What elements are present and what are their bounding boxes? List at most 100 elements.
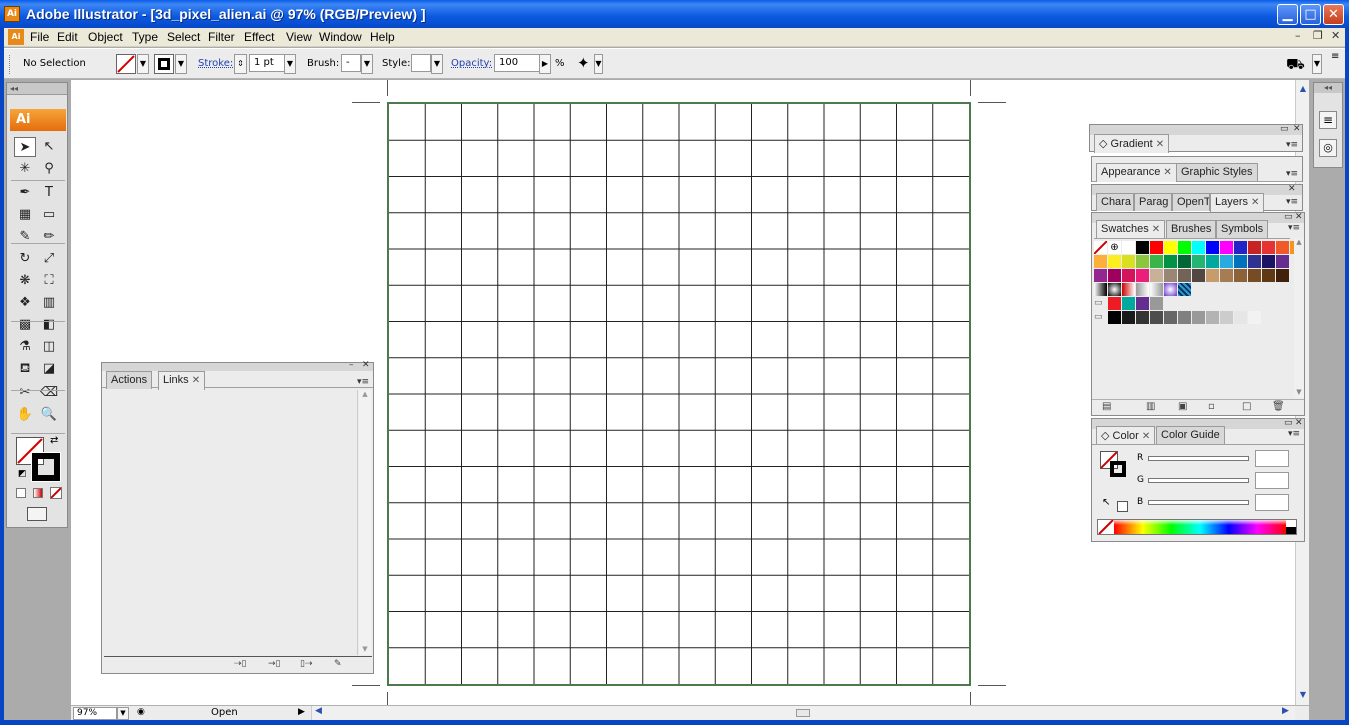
gradient-panel-menu-icon[interactable]: ▾≡	[1286, 140, 1298, 150]
color-panel-menu-icon[interactable]: ▾≡	[1288, 429, 1300, 439]
go-to-link-icon[interactable]: →▯	[268, 659, 281, 669]
swatch-libraries-icon[interactable]: ▤	[1102, 401, 1111, 412]
swatch-gradient[interactable]	[1136, 283, 1150, 297]
swatch-color[interactable]	[1192, 269, 1206, 283]
swatch-color[interactable]	[1150, 269, 1164, 283]
brush-definition-input[interactable]: -	[341, 54, 361, 72]
swatch-color[interactable]	[1192, 241, 1206, 255]
swatch-color[interactable]	[1192, 255, 1206, 269]
line-tool[interactable]: ▦	[14, 205, 36, 225]
swatch-gray[interactable]	[1248, 311, 1262, 325]
links-close-icon[interactable]: ✕	[362, 360, 370, 370]
bridge-chevron-icon[interactable]: ▼	[1312, 54, 1322, 74]
tab-gradient[interactable]: ◇ Gradient ✕	[1094, 134, 1170, 153]
tab-opentype[interactable]: OpenT	[1172, 193, 1210, 211]
swatch-gray[interactable]	[1178, 311, 1192, 325]
swatch-color[interactable]	[1276, 241, 1290, 255]
swatch-color[interactable]	[1248, 255, 1262, 269]
tab-graphic-styles[interactable]: Graphic Styles	[1176, 163, 1258, 181]
tab-color[interactable]: ◇ Color ✕	[1096, 426, 1156, 445]
eraser-tool[interactable]: ⌫	[38, 383, 60, 403]
control-panel-menu-icon[interactable]: ≡	[1331, 51, 1339, 62]
swatch-gray[interactable]	[1234, 311, 1248, 325]
swatch-color[interactable]	[1220, 269, 1234, 283]
g-value-input[interactable]	[1255, 472, 1289, 489]
swatch-gradient[interactable]	[1164, 283, 1178, 297]
menu-view[interactable]: View	[286, 30, 312, 44]
stroke-dropdown-chevron-icon[interactable]: ▼	[175, 54, 187, 74]
gradient-mode-icon[interactable]	[33, 488, 43, 498]
scroll-thumb[interactable]	[796, 709, 810, 717]
maximize-button[interactable]: □	[1300, 4, 1321, 25]
swatch-color[interactable]	[1276, 269, 1290, 283]
swatch-color[interactable]	[1108, 297, 1122, 311]
swatch-color[interactable]	[1164, 241, 1178, 255]
links-list[interactable]	[104, 390, 358, 655]
swatch-color[interactable]	[1220, 241, 1234, 255]
tab-actions[interactable]: Actions	[106, 371, 153, 389]
swatch-gradient[interactable]	[1108, 283, 1122, 297]
scale-tool[interactable]: ⤢	[38, 249, 60, 269]
scroll-right-arrow-icon[interactable]: ▶	[1282, 706, 1289, 716]
gradient-close-icon[interactable]: ✕	[1293, 124, 1301, 134]
close-button[interactable]: ✕	[1323, 4, 1344, 25]
swap-fill-stroke-icon[interactable]: ⇄	[50, 435, 58, 446]
eyedropper-tool[interactable]: ⚗	[14, 337, 36, 357]
layers-panel-menu-icon[interactable]: ▾≡	[1286, 197, 1298, 207]
free-transform-tool[interactable]: ⛶	[38, 271, 60, 291]
zoom-level-input[interactable]: 97%	[73, 707, 117, 720]
swatch-color[interactable]	[1220, 255, 1234, 269]
tab-character[interactable]: Chara	[1096, 193, 1134, 211]
color-close-icon[interactable]: ✕	[1295, 418, 1303, 428]
delete-swatch-icon[interactable]: 🗑	[1272, 401, 1285, 412]
swatch-color[interactable]	[1150, 241, 1164, 255]
swatch-color[interactable]	[1136, 269, 1150, 283]
menu-edit[interactable]: Edit	[57, 30, 78, 44]
artboard-grid[interactable]	[387, 102, 971, 686]
swatch-color[interactable]	[1150, 297, 1164, 311]
swatch-gray[interactable]	[1108, 311, 1122, 325]
live-paint-bucket-tool[interactable]: ⛾	[14, 359, 36, 379]
document-icon[interactable]: Ai	[8, 29, 24, 45]
tab-paragraph[interactable]: Parag	[1134, 193, 1172, 211]
gradient-minimize-icon[interactable]: ▭	[1280, 124, 1289, 134]
scroll-left-arrow-icon[interactable]: ◀	[315, 706, 322, 716]
none-spectrum-icon[interactable]	[1098, 519, 1114, 535]
swatch-gradient[interactable]	[1150, 283, 1164, 297]
swatch-color[interactable]	[1234, 241, 1248, 255]
menu-help[interactable]: Help	[370, 30, 395, 44]
menu-window[interactable]: Window	[319, 30, 362, 44]
transparency-panel-icon[interactable]: ◎	[1319, 139, 1337, 157]
swatch-color[interactable]	[1262, 255, 1276, 269]
document-minimize-button[interactable]: –	[1295, 29, 1301, 42]
swatch-color[interactable]	[1164, 269, 1178, 283]
swatch-color[interactable]	[1094, 255, 1108, 269]
opacity-arrow-icon[interactable]: ▶	[539, 54, 551, 74]
swatch-gray[interactable]	[1136, 311, 1150, 325]
swatches-close-icon[interactable]: ✕	[1295, 212, 1303, 222]
new-swatch-icon[interactable]: □	[1242, 401, 1251, 412]
rotate-tool[interactable]: ↻	[14, 249, 36, 269]
links-scroll-down-icon[interactable]: ▼	[359, 645, 371, 653]
swatch-group-folder-icon[interactable]: ▭	[1094, 297, 1108, 311]
out-of-gamut-icon[interactable]: ↖	[1102, 497, 1110, 508]
menu-select[interactable]: Select	[167, 30, 200, 44]
mesh-tool[interactable]: ▩	[14, 315, 36, 335]
swatch-color[interactable]	[1206, 269, 1220, 283]
swatch-color[interactable]	[1178, 241, 1192, 255]
stroke-swatch[interactable]	[31, 452, 61, 482]
swatch-color[interactable]	[1136, 297, 1150, 311]
update-link-icon[interactable]: ▯⇢	[300, 659, 313, 669]
show-swatch-kinds-icon[interactable]: ▥	[1146, 401, 1155, 412]
default-fill-stroke-icon[interactable]: ◩	[18, 469, 27, 479]
last-color-icon[interactable]	[1117, 501, 1128, 512]
color-mode-icon[interactable]	[16, 488, 26, 498]
swatch-color[interactable]	[1108, 269, 1122, 283]
swatch-color[interactable]	[1206, 255, 1220, 269]
swatch-color[interactable]	[1262, 269, 1276, 283]
menu-object[interactable]: Object	[88, 30, 123, 44]
graph-tool[interactable]: ▥	[38, 293, 60, 313]
stroke-panel-icon[interactable]: ≡	[1319, 111, 1337, 129]
r-slider[interactable]	[1148, 456, 1249, 461]
swatch-color[interactable]	[1094, 269, 1108, 283]
